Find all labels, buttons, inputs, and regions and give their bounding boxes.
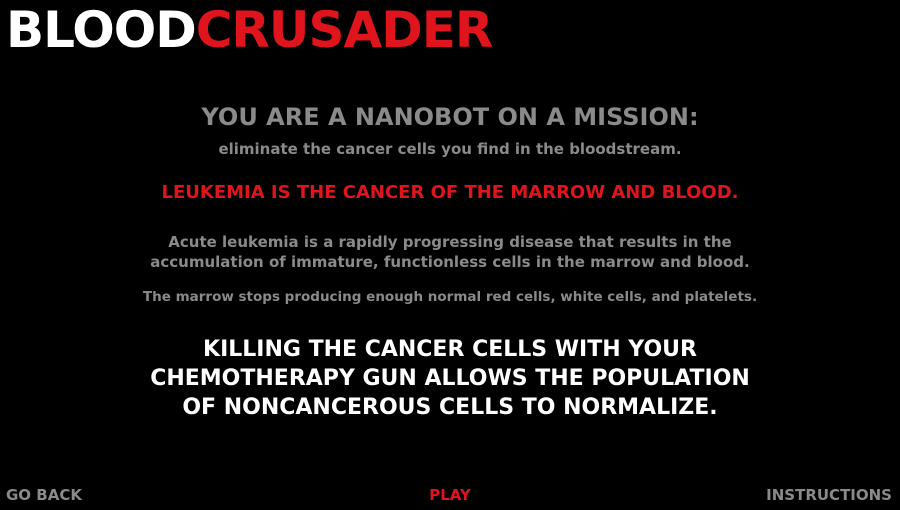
acute-leukemia-description: Acute leukemia is a rapidly progressing … xyxy=(0,232,900,272)
mission-objective: KILLING THE CANCER CELLS WITH YOUR CHEMO… xyxy=(0,335,900,422)
game-title-crusader: CRUSADER xyxy=(195,1,494,59)
mission-line-3: OF NONCANCEROUS CELLS TO NORMALIZE. xyxy=(182,395,718,420)
mission-heading: YOU ARE A NANOBOT ON A MISSION: xyxy=(201,103,699,131)
mission-line-2: CHEMOTHERAPY GUN ALLOWS THE POPULATION xyxy=(150,366,750,391)
play-button-row: PLAY xyxy=(0,486,900,504)
acute-line-1: Acute leukemia is a rapidly progressing … xyxy=(168,233,732,251)
go-back-button[interactable]: GO BACK xyxy=(6,486,82,504)
marrow-description: The marrow stops producing enough normal… xyxy=(142,289,758,305)
acute-line-2: accumulation of immature, functionless c… xyxy=(150,253,750,271)
instructions-button[interactable]: INSTRUCTIONS xyxy=(766,486,892,504)
play-button[interactable]: PLAY xyxy=(429,486,471,504)
mission-line-1: KILLING THE CANCER CELLS WITH YOUR xyxy=(203,337,697,362)
game-title: BLOODCRUSADER xyxy=(6,1,494,59)
game-title-blood: BLOOD xyxy=(6,1,197,59)
mission-subheading: eliminate the cancer cells you find in t… xyxy=(218,140,682,158)
leukemia-heading: LEUKEMIA IS THE CANCER OF THE MARROW AND… xyxy=(161,182,739,203)
